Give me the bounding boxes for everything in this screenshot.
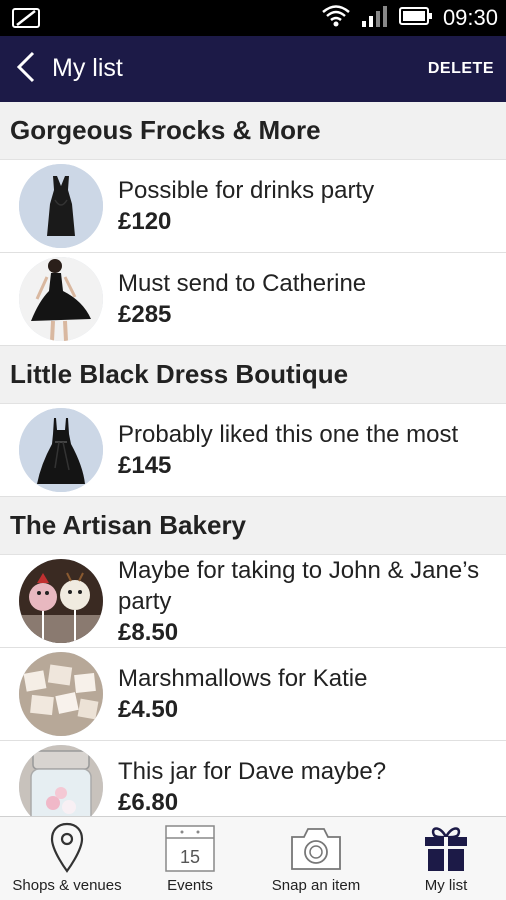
list-item[interactable]: This jar for Dave maybe? £6.80	[0, 741, 506, 816]
list-item[interactable]: Maybe for taking to John & Jane’s party …	[0, 555, 506, 648]
cake-pops-photo	[19, 559, 103, 643]
list-item[interactable]: Marshmallows for Katie £4.50	[0, 648, 506, 741]
item-price: £145	[118, 452, 172, 479]
back-button[interactable]	[8, 48, 44, 90]
status-bar: 09:30	[0, 0, 506, 36]
signal-icon	[361, 4, 389, 33]
page-title: My list	[52, 54, 123, 82]
item-price: £8.50	[118, 618, 179, 646]
black-dress-photo	[19, 164, 103, 248]
battery-icon	[398, 6, 433, 31]
nav-label: Shops & venues	[12, 877, 122, 894]
item-note: Marshmallows for Katie	[118, 665, 368, 692]
marshmallows-photo	[19, 652, 103, 736]
item-price: £285	[118, 301, 172, 328]
item-price: £6.80	[118, 789, 179, 816]
nav-label: Events	[167, 877, 213, 894]
nav-shops-venues[interactable]: Shops & venues	[0, 817, 134, 900]
item-note: Probably liked this one the most	[118, 421, 459, 448]
item-note: This jar for Dave maybe?	[118, 758, 387, 785]
item-note: Possible for drinks party	[118, 177, 375, 204]
item-note: Maybe for taking to John & Jane’s party	[118, 556, 480, 615]
app-bar: My list DELETE	[0, 36, 506, 102]
list-item[interactable]: Must send to Catherine £285	[0, 253, 506, 346]
calendar-icon: 15	[165, 821, 215, 875]
black-dress-photo	[19, 408, 103, 492]
calendar-day: 15	[179, 847, 201, 867]
delete-button[interactable]: DELETE	[428, 60, 494, 78]
item-price: £120	[118, 208, 172, 235]
camera-icon	[288, 821, 344, 875]
list-item[interactable]: Probably liked this one the most £145	[0, 404, 506, 497]
item-note: Must send to Catherine	[118, 270, 367, 297]
nav-label: My list	[424, 877, 468, 894]
sweet-jar-photo	[19, 745, 103, 816]
section-header-gorgeous-frocks: Gorgeous Frocks & More	[0, 102, 506, 160]
section-header-little-black-dress: Little Black Dress Boutique	[0, 346, 506, 404]
nav-label: Snap an item	[271, 877, 361, 894]
nav-events[interactable]: 15 Events	[134, 817, 246, 900]
bottom-navigation: Shops & venues 15 Events Snap an item My…	[0, 816, 506, 900]
saved-items-list[interactable]: Gorgeous Frocks & More Possible for drin…	[0, 102, 506, 816]
screen-notification-icon	[12, 8, 40, 28]
status-time: 09:30	[442, 5, 498, 30]
item-price: £4.50	[118, 696, 179, 723]
nav-snap-an-item[interactable]: Snap an item	[246, 817, 386, 900]
wifi-icon	[321, 3, 351, 34]
section-header-artisan-bakery: The Artisan Bakery	[0, 497, 506, 555]
map-pin-icon	[49, 821, 85, 875]
chevron-left-icon	[15, 50, 37, 89]
gift-icon	[422, 821, 470, 875]
black-dress-photo	[19, 257, 103, 341]
list-item[interactable]: Possible for drinks party £120	[0, 160, 506, 253]
nav-my-list[interactable]: My list	[386, 817, 506, 900]
